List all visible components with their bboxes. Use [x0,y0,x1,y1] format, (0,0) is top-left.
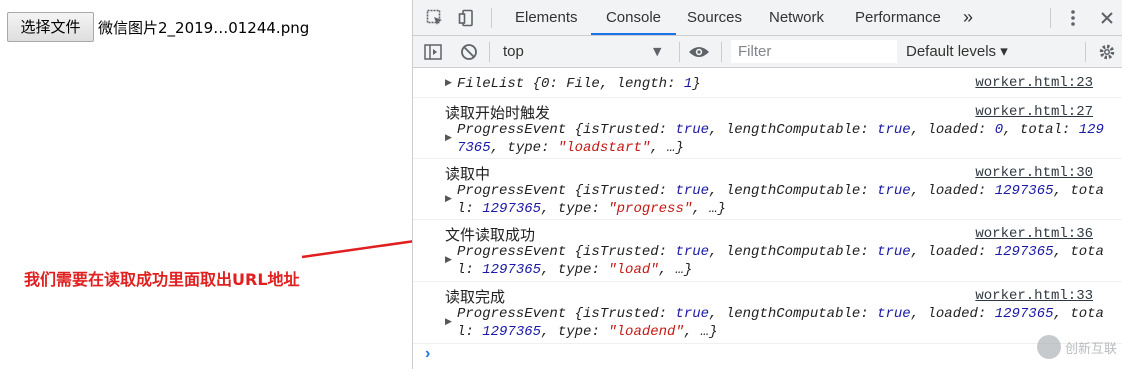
expand-triangle-icon[interactable]: ▶ [445,133,452,143]
expand-triangle-icon[interactable]: ▶ [445,317,452,327]
console-toolbar: top ▼ Filter Default levels ▾ [413,36,1122,68]
message-label: 读取开始时触发 [445,105,551,122]
tab-elements[interactable]: Elements [515,0,578,35]
gear-icon[interactable] [1095,40,1119,64]
inspect-element-icon[interactable] [423,6,447,30]
message-object: ProgressEvent {isTrusted: true, lengthCo… [457,122,1104,138]
tab-sources[interactable]: Sources [687,0,742,35]
message-label: 文件读取成功 [445,227,536,244]
watermark-logo-icon [1036,335,1061,359]
message-object: FileList {0: File, length: 1} [457,76,701,92]
devtools-tabbar: Elements Console Sources Network Perform… [413,0,1122,36]
console-messages: ▶ FileList {0: File, length: 1} worker.h… [413,69,1122,369]
device-toolbar-icon[interactable] [455,6,479,30]
close-icon[interactable] [1095,6,1119,30]
message-object: ProgressEvent {isTrusted: true, lengthCo… [457,306,1104,322]
message-label: 读取完成 [445,289,506,306]
log-levels-dropdown[interactable]: Default levels ▾ [906,42,1008,60]
kebab-menu-icon[interactable] [1061,6,1085,30]
expand-triangle-icon[interactable]: ▶ [445,194,452,204]
message-source-link[interactable]: worker.html:27 [975,104,1093,120]
message-source-link[interactable]: worker.html:36 [975,226,1093,242]
tab-divider [491,8,492,28]
message-object: ProgressEvent {isTrusted: true, lengthCo… [457,183,1104,199]
filter-input[interactable]: Filter [731,40,897,63]
tab-console[interactable]: Console [591,0,676,35]
console-message[interactable]: 读取中 worker.html:30 ▶ ProgressEvent {isTr… [413,159,1122,220]
tab-network[interactable]: Network [769,0,824,35]
message-object-wrap: l: 1297365, type: "progress", …} [457,201,726,217]
message-source-link[interactable]: worker.html:30 [975,165,1093,181]
message-object: ProgressEvent {isTrusted: true, lengthCo… [457,244,1104,260]
message-object-wrap: l: 1297365, type: "loadend", …} [457,324,718,340]
sidebar-toggle-icon[interactable] [421,40,445,64]
message-object-wrap: 7365, type: "loadstart", …} [457,140,684,156]
toolbar-divider [489,42,490,62]
choose-file-button[interactable]: 选择文件 [7,12,94,42]
context-dropdown-icon[interactable]: ▼ [653,45,661,58]
message-source-link[interactable]: worker.html:23 [975,75,1093,91]
toolbar-divider [721,42,722,62]
expand-triangle-icon[interactable]: ▶ [445,78,452,88]
console-message[interactable]: 读取完成 worker.html:33 ▶ ProgressEvent {isT… [413,282,1122,344]
selected-file-name: 微信图片2_2019…01244.png [98,19,310,37]
tab-divider [1050,8,1051,28]
clear-console-icon[interactable] [457,40,481,64]
more-tabs-button[interactable]: » [963,0,973,35]
annotation-text: 我们需要在读取成功里面取出URL地址 [24,270,300,289]
message-label: 读取中 [445,166,491,183]
devtools-panel: Elements Console Sources Network Perform… [412,0,1122,369]
web-page-area: 选择文件 微信图片2_2019…01244.png 我们需要在读取成功里面取出U… [0,0,412,369]
console-message[interactable]: 文件读取成功 worker.html:36 ▶ ProgressEvent {i… [413,220,1122,282]
message-object-wrap: l: 1297365, type: "load", …} [457,262,693,278]
toolbar-divider [1085,42,1086,62]
eye-icon[interactable] [687,40,711,64]
context-selector[interactable]: top [503,43,524,60]
console-message[interactable]: ▶ FileList {0: File, length: 1} worker.h… [413,69,1122,98]
expand-triangle-icon[interactable]: ▶ [445,255,452,265]
tab-performance[interactable]: Performance [855,0,941,35]
message-source-link[interactable]: worker.html:33 [975,288,1093,304]
watermark: 创新互联 [1036,335,1117,359]
watermark-text: 创新互联 [1064,341,1117,357]
toolbar-divider [679,42,680,62]
console-prompt[interactable]: › [425,345,430,363]
console-message[interactable]: 读取开始时触发 worker.html:27 ▶ ProgressEvent {… [413,98,1122,159]
